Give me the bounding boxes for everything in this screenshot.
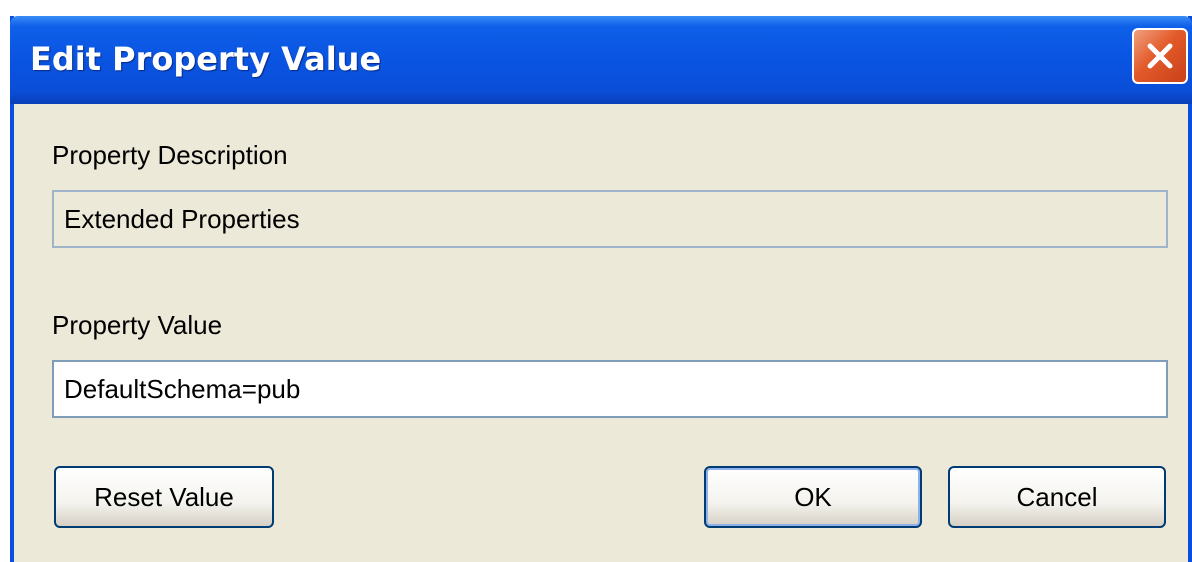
property-description-label: Property Description bbox=[52, 140, 288, 170]
close-icon bbox=[1143, 39, 1177, 73]
cancel-button[interactable]: Cancel bbox=[948, 466, 1166, 528]
property-value-input[interactable]: DefaultSchema=pub bbox=[52, 360, 1168, 418]
title-bar[interactable]: Edit Property Value bbox=[10, 16, 1192, 104]
dialog-title: Edit Property Value bbox=[30, 40, 382, 78]
close-button[interactable] bbox=[1132, 28, 1188, 84]
property-description-field: Extended Properties bbox=[52, 190, 1168, 248]
reset-value-button[interactable]: Reset Value bbox=[54, 466, 274, 528]
ok-button[interactable]: OK bbox=[704, 466, 922, 528]
edit-property-dialog: Edit Property Value Property Description… bbox=[10, 16, 1192, 562]
property-value-label: Property Value bbox=[52, 310, 223, 340]
